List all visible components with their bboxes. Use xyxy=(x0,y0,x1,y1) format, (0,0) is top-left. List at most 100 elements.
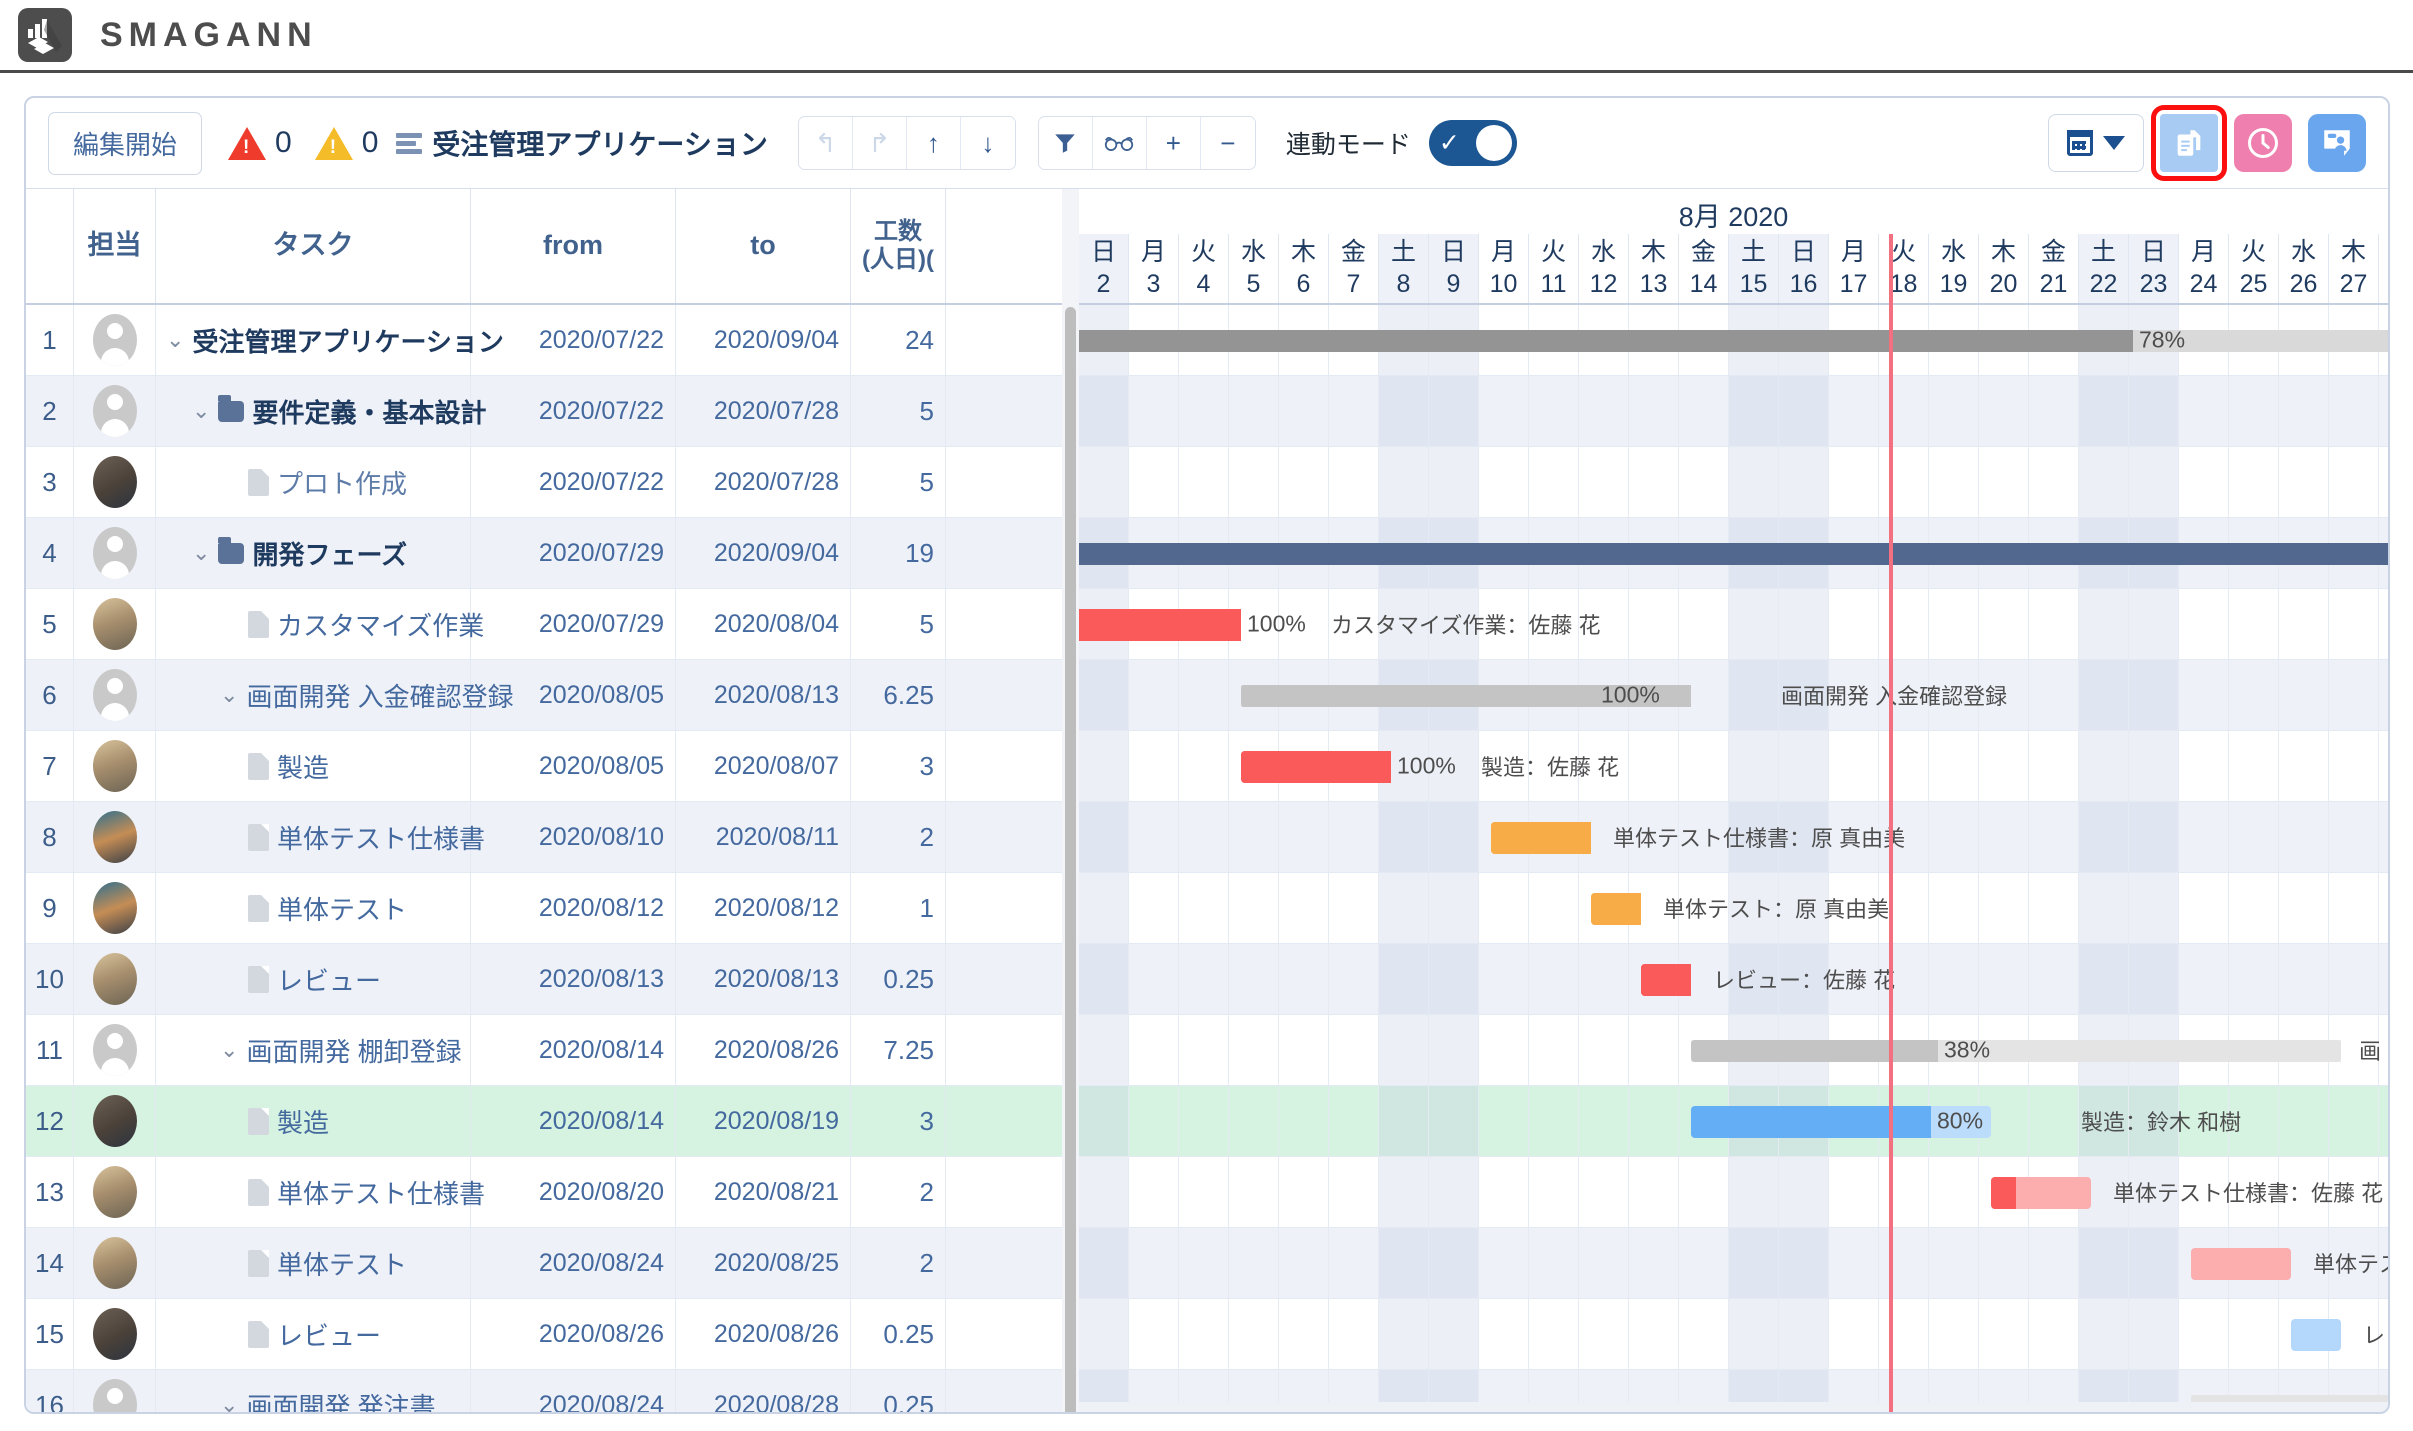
task-name-cell[interactable]: レビュー xyxy=(156,944,471,1014)
task-name-cell[interactable]: カスタマイズ作業 xyxy=(156,589,484,659)
task-effort[interactable]: 3 xyxy=(851,1086,946,1156)
task-name-cell[interactable]: 製造 xyxy=(156,731,471,801)
assignee-cell[interactable] xyxy=(74,518,156,588)
chevron-down-icon[interactable]: ⌄ xyxy=(192,540,210,566)
chevron-down-icon[interactable]: ⌄ xyxy=(192,398,210,424)
task-to-date[interactable]: 2020/08/13 xyxy=(676,944,851,1014)
assignee-cell[interactable] xyxy=(74,660,156,730)
task-to-date[interactable]: 2020/08/11 xyxy=(676,802,851,872)
copy-document-button[interactable] xyxy=(2151,105,2227,181)
table-row[interactable]: 10 レビュー 2020/08/13 2020/08/13 0.25 xyxy=(26,944,1079,1015)
table-row[interactable]: 1 ⌄ 受注管理アプリケーション 2020/07/22 2020/09/04 24 xyxy=(26,305,1079,376)
task-from-date[interactable]: 2020/08/10 xyxy=(471,802,676,872)
assignee-cell[interactable] xyxy=(74,802,156,872)
task-from-date[interactable]: 2020/08/12 xyxy=(471,873,676,943)
table-row[interactable]: 5 カスタマイズ作業 2020/07/29 2020/08/04 5 xyxy=(26,589,1079,660)
zoom-in-icon[interactable]: + xyxy=(1146,117,1201,169)
task-effort[interactable]: 24 xyxy=(851,305,946,375)
gantt-row[interactable]: 単体テスト仕様書：佐藤 花 xyxy=(1079,1157,2388,1228)
chevron-down-icon[interactable]: ⌄ xyxy=(220,1392,238,1412)
header-assignee[interactable]: 担当 xyxy=(74,189,156,303)
table-row[interactable]: 15 レビュー 2020/08/26 2020/08/26 0.25 xyxy=(26,1299,1079,1370)
task-effort[interactable]: 5 xyxy=(851,589,946,659)
task-from-date[interactable]: 2020/08/14 xyxy=(471,1086,676,1156)
filter-icon[interactable] xyxy=(1038,117,1093,169)
chevron-down-icon[interactable]: ⌄ xyxy=(220,682,238,708)
assignee-cell[interactable] xyxy=(74,873,156,943)
gantt-row[interactable] xyxy=(1079,518,2388,589)
table-row[interactable]: 7 製造 2020/08/05 2020/08/07 3 xyxy=(26,731,1079,802)
task-effort[interactable]: 5 xyxy=(851,376,946,446)
date-range-selector[interactable] xyxy=(2048,114,2144,172)
vertical-scrollbar[interactable] xyxy=(1062,189,1079,1412)
task-effort[interactable]: 2 xyxy=(851,1228,946,1298)
horizontal-scrollbar[interactable] xyxy=(1079,1402,2388,1412)
gantt-bar[interactable] xyxy=(1591,893,1641,925)
header-task[interactable]: タスク xyxy=(156,189,471,303)
task-from-date[interactable]: 2020/08/05 xyxy=(471,660,676,730)
task-from-date[interactable]: 2020/07/22 xyxy=(471,376,676,446)
task-from-date[interactable]: 2020/08/24 xyxy=(471,1370,676,1412)
gantt-row[interactable]: 単体テス xyxy=(1079,1228,2388,1299)
gantt-bar[interactable] xyxy=(1691,1040,2341,1062)
vertical-scrollbar-thumb[interactable] xyxy=(1065,307,1076,1412)
task-from-date[interactable]: 2020/08/05 xyxy=(471,731,676,801)
task-effort[interactable]: 0.25 xyxy=(851,944,946,1014)
gantt-row[interactable]: 100% カスタマイズ作業：佐藤 花 xyxy=(1079,589,2388,660)
task-from-date[interactable]: 2020/08/24 xyxy=(471,1228,676,1298)
task-name-cell[interactable]: 単体テスト xyxy=(156,873,471,943)
task-to-date[interactable]: 2020/08/04 xyxy=(676,589,851,659)
gantt-row[interactable]: 78% xyxy=(1079,305,2388,376)
task-to-date[interactable]: 2020/07/28 xyxy=(676,447,851,517)
assignee-cell[interactable] xyxy=(74,376,156,446)
task-name-cell[interactable]: ⌄ 画面開発 入金確認登録 xyxy=(156,660,514,730)
task-to-date[interactable]: 2020/08/07 xyxy=(676,731,851,801)
task-name-cell[interactable]: ⌄ 画面開発 棚卸登録 xyxy=(156,1015,471,1085)
assignee-cell[interactable] xyxy=(74,589,156,659)
task-to-date[interactable]: 2020/08/25 xyxy=(676,1228,851,1298)
task-name-cell[interactable]: ⌄ 開発フェーズ xyxy=(156,518,471,588)
gantt-row[interactable]: 単体テスト仕様書：原 真由美 xyxy=(1079,802,2388,873)
task-to-date[interactable]: 2020/08/19 xyxy=(676,1086,851,1156)
task-name-cell[interactable]: ⌄ 要件定義・基本設計 xyxy=(156,376,486,446)
task-from-date[interactable]: 2020/07/29 xyxy=(471,518,676,588)
time-tracking-button[interactable] xyxy=(2234,114,2292,172)
task-effort[interactable]: 1 xyxy=(851,873,946,943)
assignee-cell[interactable] xyxy=(74,1157,156,1227)
table-row[interactable]: 11 ⌄ 画面開発 棚卸登録 2020/08/14 2020/08/26 7.25 xyxy=(26,1015,1079,1086)
gantt-row[interactable]: 100% 画面開発 入金確認登録 xyxy=(1079,660,2388,731)
gantt-bar[interactable] xyxy=(1079,330,2388,352)
chevron-down-icon[interactable]: ⌄ xyxy=(166,327,184,353)
table-row[interactable]: 14 単体テスト 2020/08/24 2020/08/25 2 xyxy=(26,1228,1079,1299)
task-from-date[interactable]: 2020/07/22 xyxy=(471,447,676,517)
task-from-date[interactable]: 2020/08/14 xyxy=(471,1015,676,1085)
gantt-bar[interactable] xyxy=(1991,1177,2091,1209)
glasses-icon[interactable] xyxy=(1092,117,1147,169)
table-row[interactable]: 12 製造 2020/08/14 2020/08/19 3 xyxy=(26,1086,1079,1157)
task-name-cell[interactable]: レビュー xyxy=(156,1299,471,1369)
task-name-cell[interactable]: 単体テスト仕様書 xyxy=(156,1157,485,1227)
edit-start-button[interactable]: 編集開始 xyxy=(48,111,203,175)
task-from-date[interactable]: 2020/08/20 xyxy=(471,1157,676,1227)
header-effort[interactable]: 工数 (人日)( xyxy=(851,189,946,303)
task-name-cell[interactable]: 単体テスト xyxy=(156,1228,471,1298)
gantt-bar[interactable] xyxy=(1079,609,1241,641)
table-row[interactable]: 6 ⌄ 画面開発 入金確認登録 2020/08/05 2020/08/13 6.25 xyxy=(26,660,1079,731)
header-from[interactable]: from xyxy=(471,189,676,303)
task-effort[interactable]: 0.25 xyxy=(851,1299,946,1369)
table-row[interactable]: 9 単体テスト 2020/08/12 2020/08/12 1 xyxy=(26,873,1079,944)
zoom-out-icon[interactable]: − xyxy=(1200,117,1255,169)
assignee-cell[interactable] xyxy=(74,731,156,801)
assignee-cell[interactable] xyxy=(74,1228,156,1298)
task-to-date[interactable]: 2020/09/04 xyxy=(676,305,851,375)
task-from-date[interactable]: 2020/08/26 xyxy=(471,1299,676,1369)
task-from-date[interactable]: 2020/07/22 xyxy=(471,305,676,375)
task-to-date[interactable]: 2020/08/26 xyxy=(676,1299,851,1369)
gantt-row[interactable]: 80% 製造：鈴木 和樹 xyxy=(1079,1086,2388,1157)
table-row[interactable]: 16 ⌄ 画面開発 発注書 2020/08/24 2020/08/28 0.25 xyxy=(26,1370,1079,1412)
task-effort[interactable]: 0.25 xyxy=(851,1370,946,1412)
undo-icon[interactable]: ↰ xyxy=(798,117,853,169)
assignee-cell[interactable] xyxy=(74,1299,156,1369)
link-mode-toggle[interactable]: ✓ xyxy=(1428,120,1517,166)
task-to-date[interactable]: 2020/08/21 xyxy=(676,1157,851,1227)
